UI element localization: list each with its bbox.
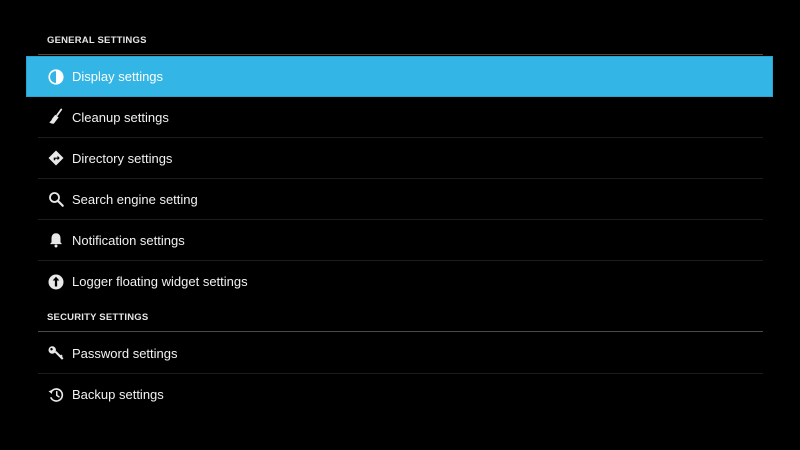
setting-item-label: Search engine setting: [72, 191, 198, 207]
key-icon: [47, 344, 65, 362]
section-header-security-settings: SECURITY SETTINGS: [38, 312, 763, 332]
setting-item-password[interactable]: Password settings: [38, 333, 763, 374]
setting-item-search-engine[interactable]: Search engine setting: [38, 179, 763, 220]
search-icon: [47, 190, 65, 208]
setting-item-label: Directory settings: [72, 150, 173, 166]
setting-item-display[interactable]: Display settings: [26, 56, 773, 97]
setting-item-label: Backup settings: [72, 387, 164, 402]
settings-screen: GENERAL SETTINGS Display settings Cleanu…: [0, 0, 800, 450]
setting-item-label: Cleanup settings: [72, 109, 169, 125]
broom-icon: [47, 108, 65, 126]
setting-item-cleanup[interactable]: Cleanup settings: [38, 97, 763, 138]
setting-item-label: Display settings: [72, 69, 164, 84]
display-icon: [47, 68, 65, 86]
setting-item-label: Password settings: [72, 345, 178, 361]
setting-item-directory[interactable]: Directory settings: [38, 138, 763, 179]
setting-item-backup[interactable]: Backup settings: [38, 374, 763, 415]
setting-item-logger-floating-widget[interactable]: Logger floating widget settings: [38, 261, 763, 302]
setting-item-label: Logger floating widget settings: [72, 274, 248, 289]
section-header-general-settings: GENERAL SETTINGS: [38, 35, 763, 55]
bell-icon: [47, 231, 65, 249]
setting-item-label: Notification settings: [72, 232, 185, 248]
directions-icon: [47, 149, 65, 167]
setting-item-notification[interactable]: Notification settings: [38, 220, 763, 261]
floating-widget-icon: [47, 273, 65, 291]
history-icon: [47, 386, 65, 404]
